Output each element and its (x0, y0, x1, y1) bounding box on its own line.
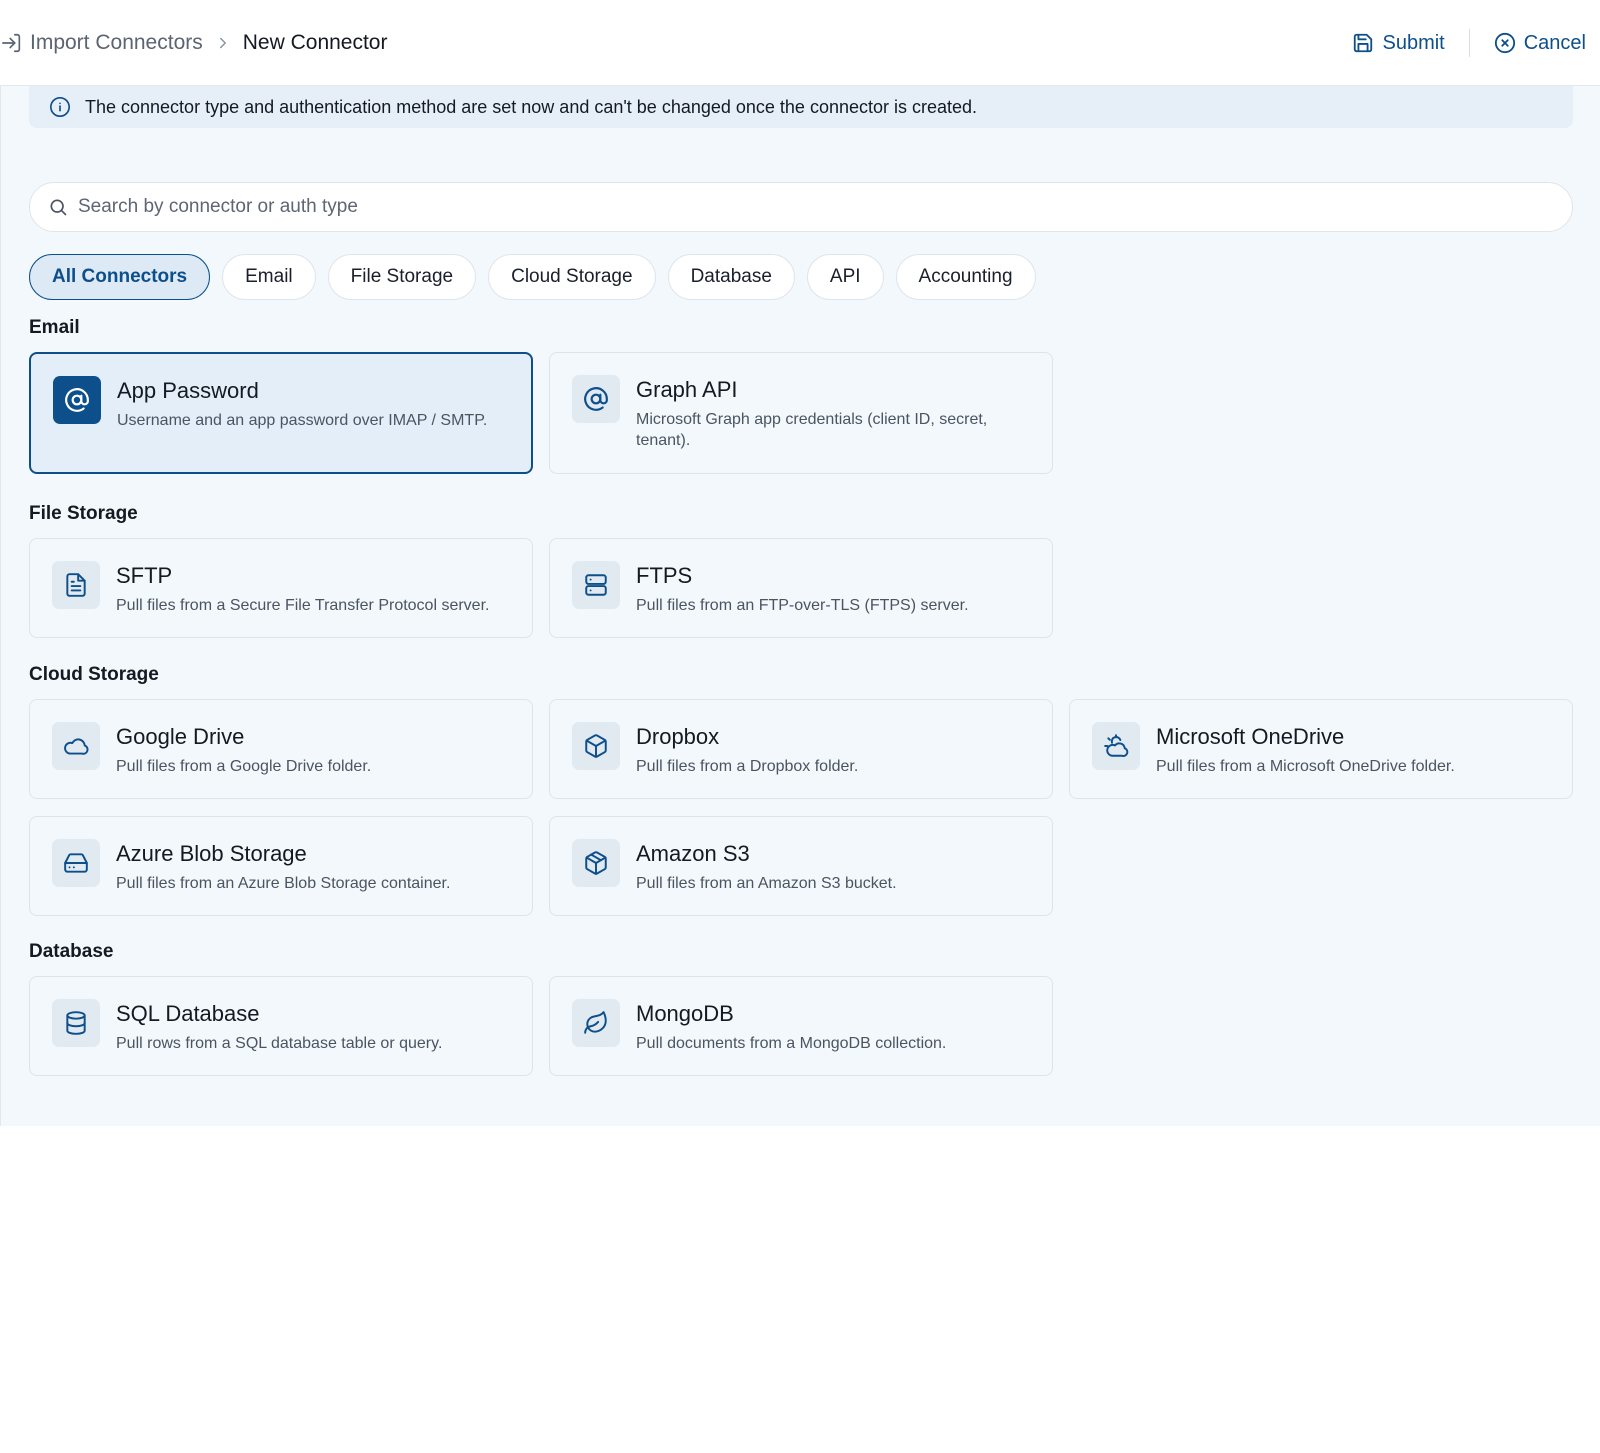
notice-text: The connector type and authentication me… (85, 96, 978, 117)
search-bar (29, 182, 1573, 232)
file-text-icon (52, 561, 100, 609)
card-description: Pull files from a Microsoft OneDrive fol… (1156, 758, 1455, 775)
filter-chip-all-connectors[interactable]: All Connectors (29, 254, 211, 300)
breadcrumb-parent-link[interactable]: Import Connectors (30, 31, 203, 55)
at-sign-icon (572, 375, 620, 423)
submit-label: Submit (1382, 31, 1445, 54)
connector-card-ftps[interactable]: FTPS Pull files from an FTP-over-TLS (FT… (549, 538, 1053, 638)
card-description: Microsoft Graph app credentials (client … (636, 411, 988, 449)
filter-chip-email[interactable]: Email (222, 254, 316, 300)
server-icon (572, 561, 620, 609)
x-circle-icon (1494, 32, 1515, 54)
connector-card-sftp[interactable]: SFTP Pull files from a Secure File Trans… (29, 538, 533, 638)
connector-card-app-password[interactable]: App Password Username and an app passwor… (29, 352, 533, 474)
filter-chip-api[interactable]: API (806, 254, 884, 300)
info-icon (50, 97, 70, 117)
breadcrumb: Import Connectors New Connector (0, 26, 387, 60)
connector-card-google-drive[interactable]: Google Drive Pull files from a Google Dr… (29, 699, 533, 799)
search-icon (50, 199, 67, 216)
main-content: The connector type and authentication me… (0, 86, 1600, 1126)
cloud-icon (52, 722, 100, 770)
connector-card-microsoft-onedrive[interactable]: Microsoft OneDrive Pull files from a Mic… (1069, 699, 1573, 799)
connector-card-dropbox[interactable]: Dropbox Pull files from a Dropbox folder… (549, 699, 1053, 799)
card-description: Pull documents from a MongoDB collection… (636, 1035, 947, 1052)
database-icon (52, 999, 100, 1047)
card-description: Pull files from an Azure Blob Storage co… (116, 875, 451, 892)
cancel-button[interactable]: Cancel (1480, 26, 1600, 60)
info-notice: The connector type and authentication me… (29, 86, 1573, 128)
cancel-label: Cancel (1523, 31, 1586, 54)
card-description: Pull files from a Dropbox folder. (636, 758, 859, 775)
filter-chip-database[interactable]: Database (667, 254, 795, 300)
filter-chip-accounting[interactable]: Accounting (895, 254, 1036, 300)
connector-card-azure-blob-storage[interactable]: Azure Blob Storage Pull files from an Az… (29, 816, 533, 916)
hard-drive-icon (52, 839, 100, 887)
header-actions: Submit Cancel (1338, 26, 1600, 60)
card-title: Microsoft OneDrive (1156, 724, 1345, 749)
card-description: Pull files from a Secure File Transfer P… (116, 597, 490, 614)
card-title: App Password (117, 378, 259, 403)
box-icon (572, 722, 620, 770)
card-description: Pull files from an Amazon S3 bucket. (636, 875, 897, 892)
leaf-icon (572, 999, 620, 1047)
card-title: Graph API (636, 377, 738, 402)
card-title: MongoDB (636, 1001, 734, 1026)
submit-button[interactable]: Submit (1338, 26, 1458, 60)
card-title: Amazon S3 (636, 841, 750, 866)
card-description: Pull files from an FTP-over-TLS (FTPS) s… (636, 597, 969, 614)
filter-chip-file-storage[interactable]: File Storage (327, 254, 477, 300)
breadcrumb-current: New Connector (242, 31, 388, 54)
chevron-right-icon (213, 33, 233, 53)
card-description: Pull files from a Google Drive folder. (116, 758, 372, 775)
filter-chip-cloud-storage[interactable]: Cloud Storage (488, 254, 656, 300)
search-input[interactable] (78, 196, 1478, 218)
connector-card-graph-api[interactable]: Graph API Microsoft Graph app credential… (549, 352, 1053, 474)
package-icon (572, 839, 620, 887)
card-title: SFTP (116, 563, 173, 588)
top-bar: Import Connectors New Connector Submit C… (0, 0, 1600, 86)
card-title: Azure Blob Storage (116, 841, 307, 866)
card-title: FTPS (636, 563, 693, 588)
section-title-database: Database (29, 941, 114, 962)
card-description: Username and an app password over IMAP /… (117, 412, 488, 429)
connector-card-amazon-s3[interactable]: Amazon S3 Pull files from an Amazon S3 b… (549, 816, 1053, 916)
cloud-sun-icon (1092, 722, 1140, 770)
section-title-file-storage: File Storage (29, 503, 138, 524)
section-title-email: Email (29, 317, 80, 338)
connector-card-sql-database[interactable]: SQL Database Pull rows from a SQL databa… (29, 976, 533, 1076)
card-description: Pull rows from a SQL database table or q… (116, 1035, 443, 1052)
divider (1468, 29, 1470, 57)
filter-chips: All Connectors Email File Storage Cloud … (29, 254, 1036, 300)
card-title: Dropbox (636, 724, 720, 749)
card-title: Google Drive (116, 724, 245, 749)
card-title: SQL Database (116, 1001, 260, 1026)
save-icon (1354, 33, 1373, 53)
log-in-icon[interactable] (0, 31, 24, 55)
connector-card-mongodb[interactable]: MongoDB Pull documents from a MongoDB co… (549, 976, 1053, 1076)
section-title-cloud-storage: Cloud Storage (29, 664, 159, 685)
at-sign-icon (53, 376, 101, 424)
